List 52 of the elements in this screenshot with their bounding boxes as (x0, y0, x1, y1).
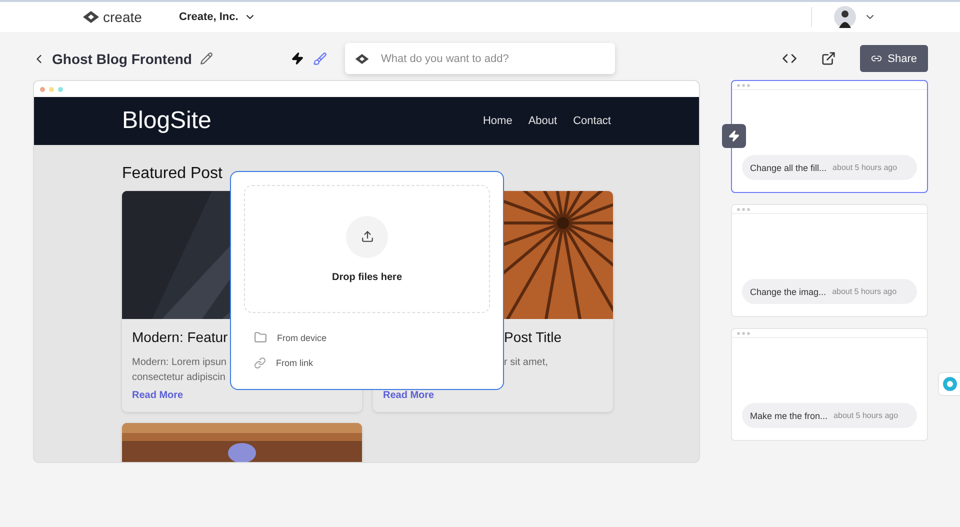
prompt-box[interactable]: What do you want to add? (345, 43, 615, 74)
history-time: about 5 hours ago (832, 287, 897, 296)
window-dot (58, 86, 63, 92)
history-card[interactable]: Make me the fron... about 5 hours ago (731, 328, 928, 441)
drop-label: Drop files here (332, 272, 402, 282)
window-dot (40, 86, 45, 92)
prompt-field[interactable]: What do you want to add? (379, 52, 605, 66)
read-more-link[interactable]: Read More (383, 390, 434, 401)
brush-icon (312, 52, 327, 66)
link-icon (254, 356, 266, 368)
history-card[interactable]: Change the imag... about 5 hours ago (731, 204, 928, 317)
history-time: about 5 hours ago (834, 411, 898, 420)
link-icon (870, 53, 882, 64)
read-more-link[interactable]: Read More (132, 390, 184, 401)
brand-logo[interactable]: create (83, 9, 179, 25)
ring-icon (943, 377, 957, 391)
logo-icon (355, 54, 369, 64)
history-time: about 5 hours ago (832, 163, 898, 172)
share-button[interactable]: Share (860, 45, 928, 72)
external-link-icon (820, 51, 836, 66)
upload-icon (346, 216, 388, 258)
nav-link[interactable]: About (528, 115, 558, 127)
pencil-icon[interactable] (200, 52, 213, 65)
org-switcher[interactable]: Create, Inc. (179, 11, 256, 23)
nav-link[interactable]: Contact (573, 115, 611, 127)
upload-option[interactable]: From device (244, 325, 490, 350)
lightning-button[interactable] (722, 124, 746, 148)
upload-option[interactable]: From link (244, 350, 490, 375)
history-prompt: Make me the fron... (750, 410, 828, 420)
history-prompt: Change the imag... (750, 286, 826, 296)
history-prompt: Change all the fill... (750, 162, 827, 172)
post-excerpt: consectetur adipiscin (132, 371, 226, 385)
lightning-icon (728, 130, 740, 142)
code-button[interactable] (782, 51, 797, 66)
window-dot (49, 86, 54, 92)
external-link-button[interactable] (820, 51, 836, 66)
site-name: BlogSite (122, 107, 212, 135)
project-title: Ghost Blog Frontend (52, 50, 192, 66)
nav-link[interactable]: Home (482, 115, 512, 127)
folder-icon (254, 331, 267, 344)
section-heading: Featured Post (122, 165, 224, 183)
logo-icon (83, 11, 99, 23)
avatar-icon[interactable] (834, 6, 856, 28)
lightning-icon (291, 52, 304, 65)
history-card[interactable]: Change all the fill... about 5 hours ago (731, 80, 928, 193)
code-icon (782, 51, 797, 66)
brand-name: create (103, 9, 142, 25)
post-title: Post Title (504, 329, 562, 345)
drop-zone[interactable]: Drop files here (244, 185, 490, 313)
post-excerpt: Modern: Lorem ipsun (132, 356, 226, 370)
post-excerpt: r sit amet, (504, 356, 548, 370)
post-title: Modern: Featur (132, 329, 228, 345)
